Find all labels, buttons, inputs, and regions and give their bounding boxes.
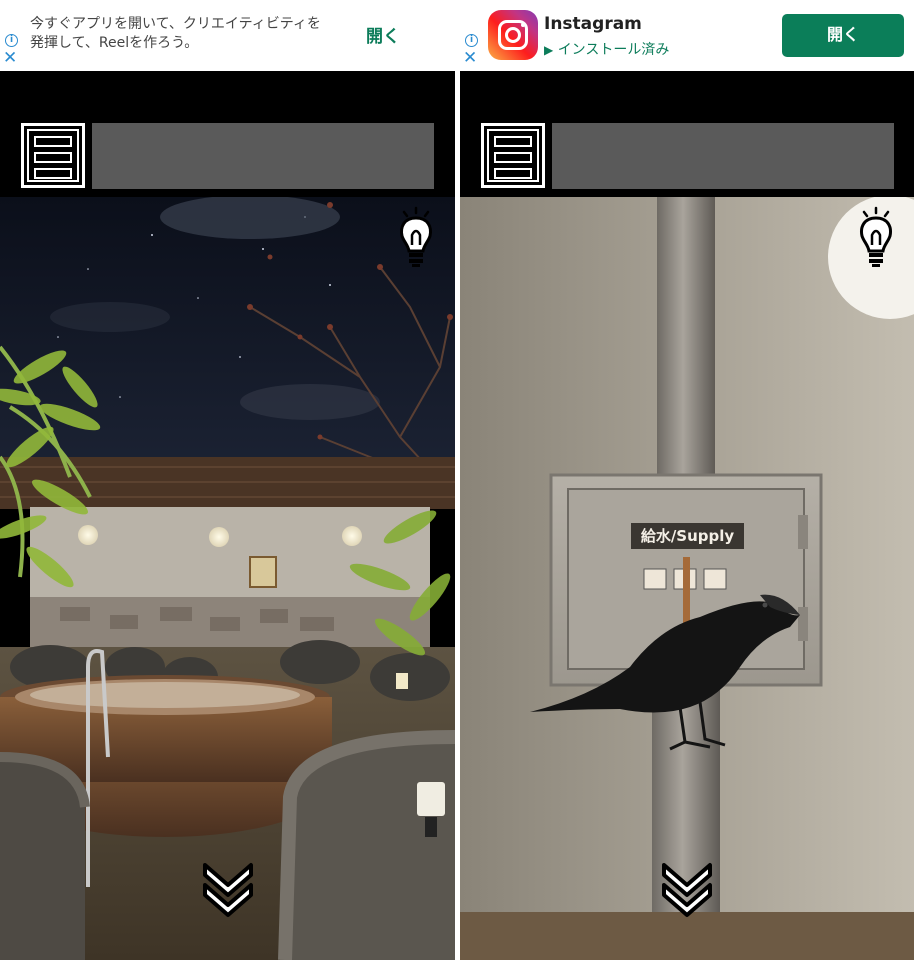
menu-button[interactable] — [481, 123, 545, 188]
item-slot-bar[interactable] — [552, 123, 894, 189]
chevron-double-down-icon[interactable] — [660, 861, 714, 919]
menu-icon — [27, 129, 79, 182]
scene-pipe-valve[interactable]: 給水/Supply — [460, 197, 914, 960]
info-icon[interactable]: i — [465, 34, 478, 47]
menu-icon — [487, 129, 539, 182]
ad-banner-right[interactable]: i ✕ Instagram ▶ インストール済み 開く — [460, 0, 914, 71]
ad-open-link[interactable]: 開く — [366, 22, 400, 47]
outdoor-bath-illustration — [0, 197, 455, 960]
ad-install-status-text: インストール済み — [557, 42, 670, 58]
ad-text: 今すぐアプリを開いて、クリエイティビティを発揮して、Reelを作ろう。 — [30, 16, 321, 51]
close-icon[interactable]: ✕ — [463, 50, 477, 67]
ad-open-button[interactable]: 開く — [782, 14, 904, 57]
item-slot-bar[interactable] — [92, 123, 434, 189]
menu-button[interactable] — [21, 123, 85, 188]
instagram-logo-icon — [488, 10, 538, 60]
chevron-double-down-icon[interactable] — [201, 861, 255, 919]
info-icon[interactable]: i — [5, 34, 18, 47]
left-game-pane: i ✕ 今すぐアプリを開いて、クリエイティビティを発揮して、Reelを作ろう。 … — [0, 0, 455, 960]
ad-banner-left[interactable]: i ✕ 今すぐアプリを開いて、クリエイティビティを発揮して、Reelを作ろう。 … — [0, 0, 455, 71]
hint-lightbulb-icon[interactable] — [856, 205, 896, 269]
right-game-pane: i ✕ Instagram ▶ インストール済み 開く 給水/Supply — [460, 0, 914, 960]
hint-lightbulb-icon[interactable] — [396, 205, 436, 269]
scene-outdoor-bath[interactable] — [0, 197, 455, 960]
close-icon[interactable]: ✕ — [3, 50, 17, 67]
play-store-icon: ▶ — [544, 43, 554, 57]
pipe-crow-illustration — [460, 197, 914, 960]
ad-app-name: Instagram — [544, 14, 642, 34]
valve-label-plate: 給水/Supply — [631, 523, 744, 549]
ad-install-status: ▶ インストール済み — [544, 39, 669, 59]
